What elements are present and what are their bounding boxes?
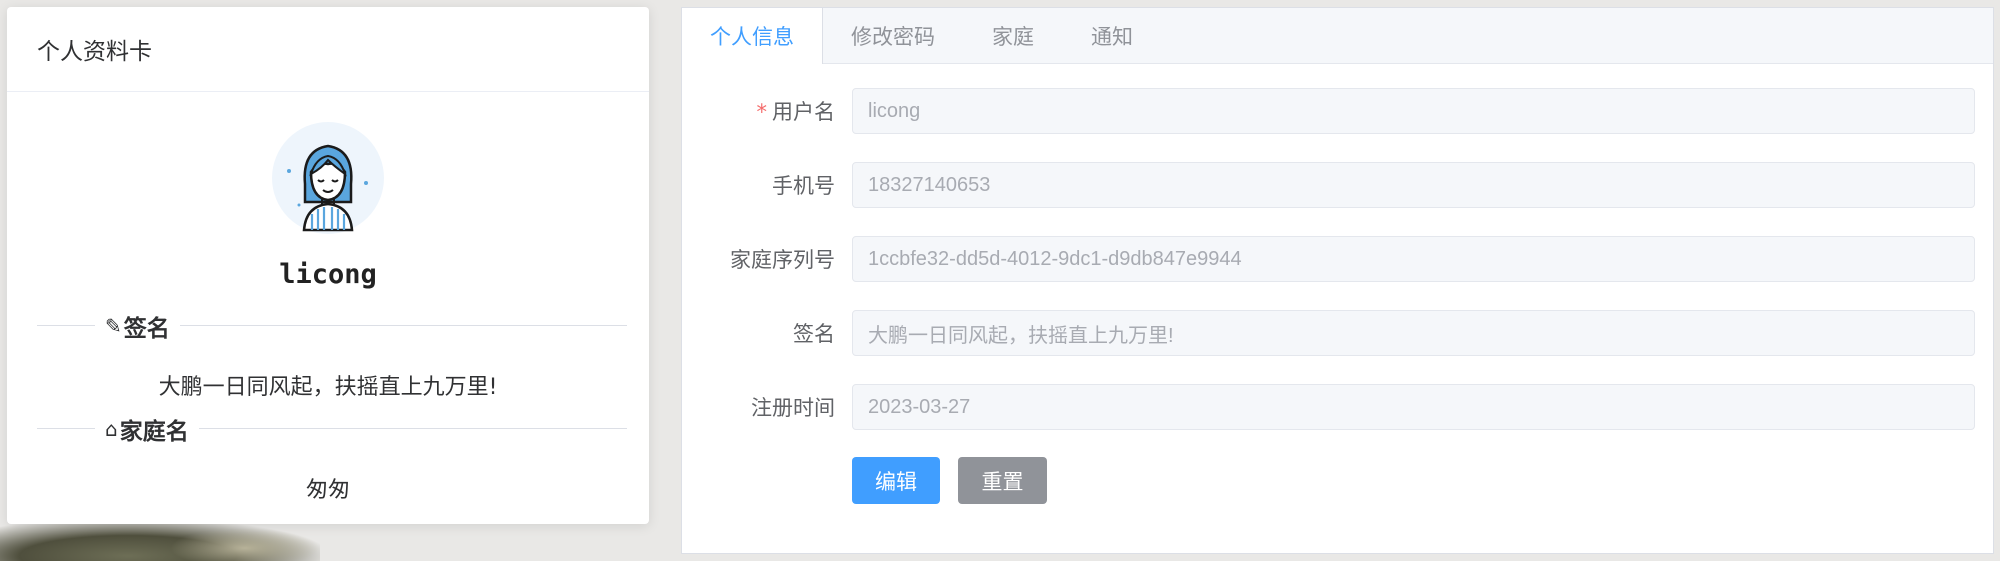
signature-label: 签名 [793, 322, 835, 346]
phone-label: 手机号 [772, 174, 835, 198]
signature-input[interactable] [852, 310, 1975, 356]
home-icon: ⌂ [105, 417, 118, 441]
family-serial-input[interactable] [852, 236, 1975, 282]
edit-button[interactable]: 编辑 [852, 457, 940, 504]
signature-heading: ✎ 签名 [95, 309, 180, 343]
username-label: * 用户名 [682, 96, 836, 126]
form-row-family-serial: 家庭序列号 [682, 235, 1995, 283]
profile-username: licong [279, 259, 377, 290]
form-row-phone: 手机号 [682, 161, 1995, 209]
form-row-register-time: 注册时间 [682, 383, 1995, 431]
register-time-label: 注册时间 [751, 396, 835, 420]
required-asterisk: * [756, 100, 768, 124]
family-serial-label: 家庭序列号 [730, 248, 835, 272]
username-input[interactable] [852, 88, 1975, 134]
tab-family[interactable]: 家庭 [964, 8, 1063, 63]
profile-card: 个人资料卡 licong ✎ 签名 大鹏一日同风起，扶摇直上九万里! ⌂ 家庭名… [7, 7, 649, 524]
form-row-username: * 用户名 [682, 87, 1995, 135]
username-label-text: 用户名 [772, 100, 835, 124]
family-name: 匆匆 [305, 478, 350, 503]
user-avatar-icon [287, 144, 368, 232]
register-time-input[interactable] [852, 384, 1975, 430]
tab-change-password[interactable]: 修改密码 [823, 8, 964, 63]
tab-personal-info[interactable]: 个人信息 [682, 8, 823, 64]
family-heading: ⌂ 家庭名 [95, 412, 199, 446]
tab-notifications[interactable]: 通知 [1063, 8, 1162, 63]
pencil-icon: ✎ [105, 314, 122, 338]
user-info-panel: 个人信息 修改密码 家庭 通知 *用户名 手机号 家庭序列号 签名 注册时间 编… [681, 7, 1994, 554]
profile-card-title: 个人资料卡 [7, 7, 649, 92]
phone-input[interactable] [852, 162, 1975, 208]
tab-bar: 个人信息 修改密码 家庭 通知 [682, 8, 1993, 64]
signature-heading-label: 签名 [123, 316, 170, 342]
background-plant-highlight [170, 528, 320, 561]
reset-button[interactable]: 重置 [958, 457, 1047, 504]
signature-text: 大鹏一日同风起，扶摇直上九万里! [158, 375, 498, 400]
avatar [272, 122, 384, 234]
form-row-signature: 签名 [682, 309, 1995, 357]
family-heading-label: 家庭名 [119, 419, 189, 445]
